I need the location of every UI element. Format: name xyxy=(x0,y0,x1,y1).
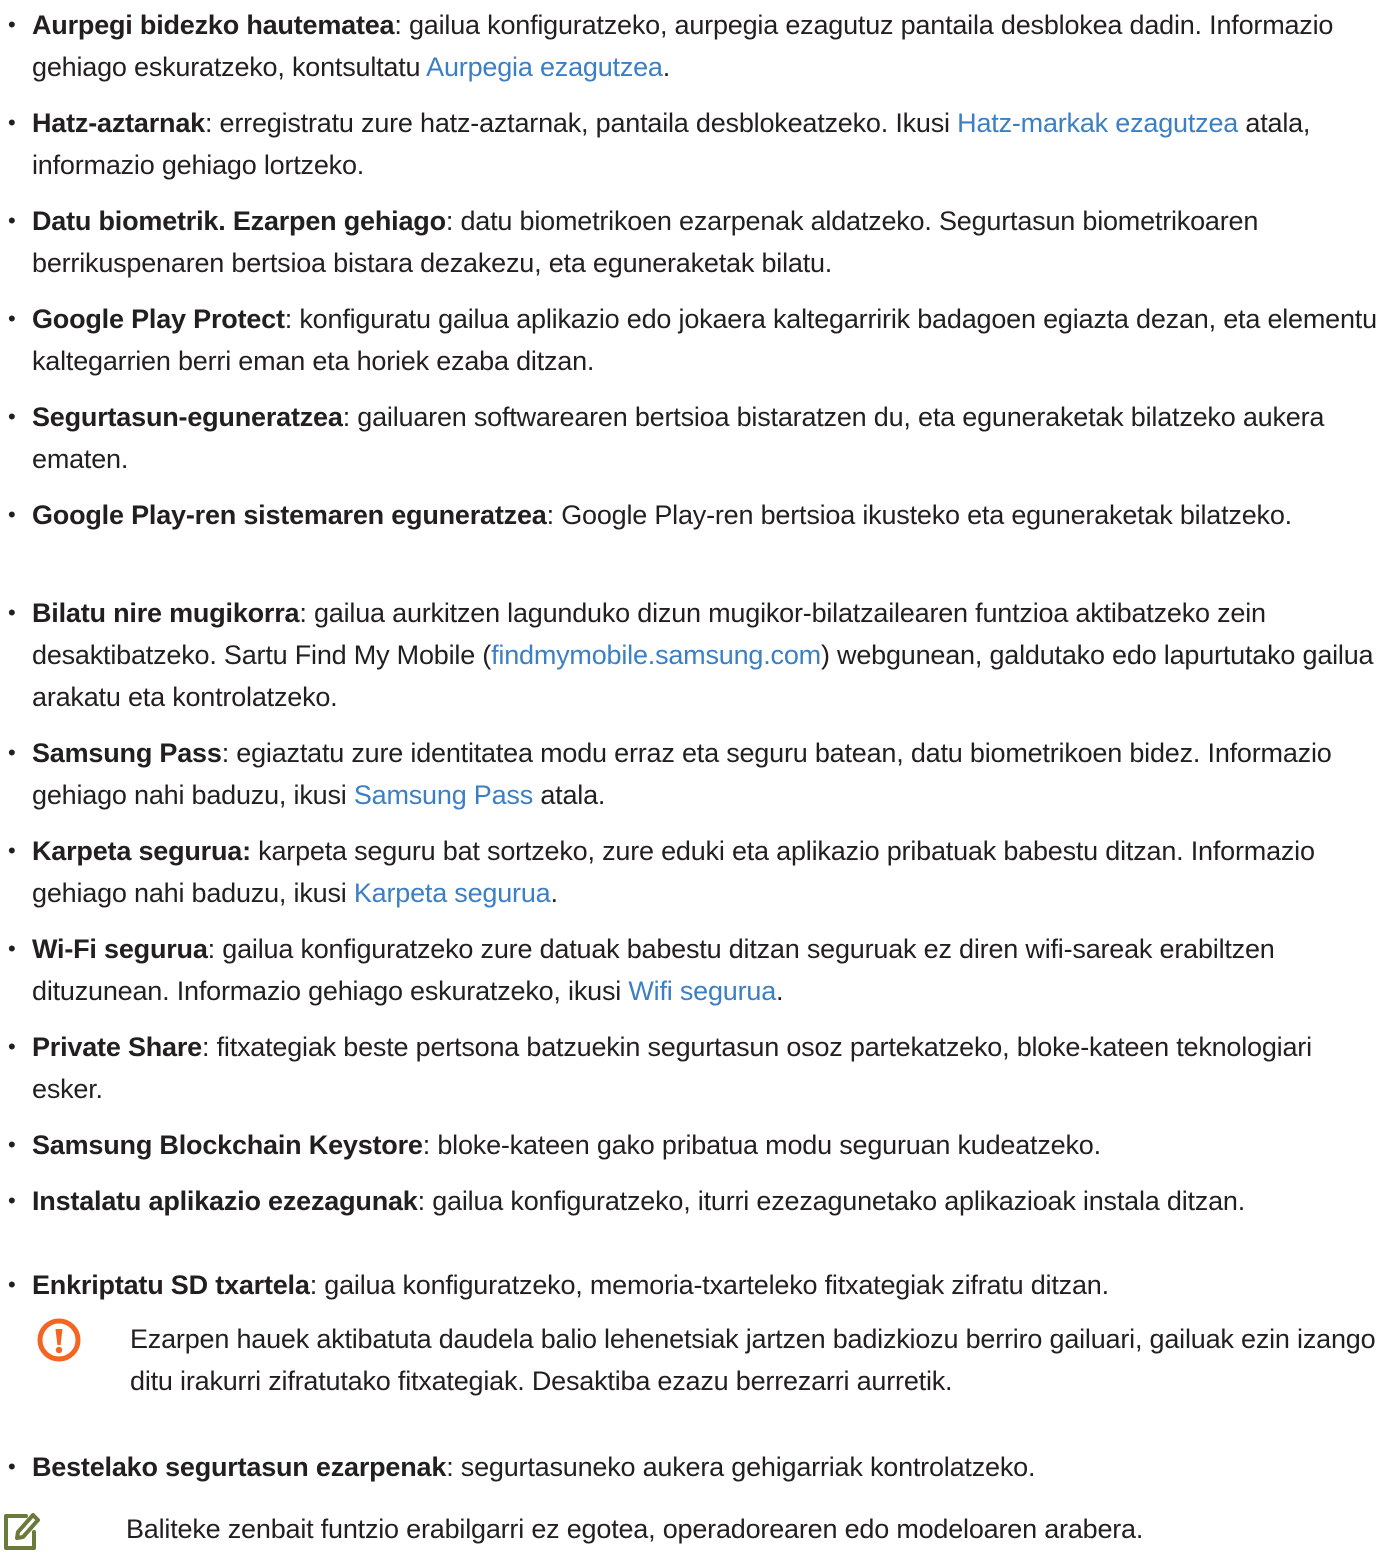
list-item: • Aurpegi bidezko hautematea: gailua kon… xyxy=(8,4,1380,88)
item-link[interactable]: Karpeta segurua xyxy=(354,878,551,908)
item-link[interactable]: Hatz-markak ezagutzea xyxy=(957,108,1238,138)
bullet: • xyxy=(8,306,16,331)
item-term: Karpeta segurua: xyxy=(32,836,251,866)
item-text-end: . xyxy=(662,52,671,82)
item-term: Samsung Pass xyxy=(32,738,222,768)
list-item: • Bestelako segurtasun ezarpenak: segurt… xyxy=(8,1446,1380,1488)
item-link[interactable]: Aurpegia ezagutzea xyxy=(426,52,663,82)
list-item: • Private Share: fitxategiak beste perts… xyxy=(8,1026,1380,1110)
item-term: Google Play-ren sistemaren eguneratzea xyxy=(32,500,547,530)
item-term: Private Share xyxy=(32,1032,202,1062)
bullet: • xyxy=(8,1188,16,1213)
bullet: • xyxy=(8,1272,16,1297)
bullet: • xyxy=(8,502,16,527)
list-item: • Segurtasun-eguneratzea: gailuaren soft… xyxy=(8,396,1380,480)
item-text-end: atala. xyxy=(533,780,606,810)
bullet: • xyxy=(8,936,16,961)
item-text: : fitxategiak beste pertsona batzuekin s… xyxy=(32,1032,1312,1104)
bullet: • xyxy=(8,110,16,135)
item-term: Bilatu nire mugikorra xyxy=(32,598,300,628)
bullet: • xyxy=(8,740,16,765)
item-term: Wi-Fi segurua xyxy=(32,934,208,964)
item-text-end: . xyxy=(550,878,558,908)
list-item: • Google Play-ren sistemaren eguneratzea… xyxy=(8,494,1380,536)
item-term: Instalatu aplikazio ezezagunak xyxy=(32,1186,418,1216)
bullet: • xyxy=(8,600,16,625)
caution-note: Ezarpen hauek aktibatuta daudela balio l… xyxy=(130,1324,1376,1396)
list-item: • Datu biometrik. Ezarpen gehiago: datu … xyxy=(8,200,1380,284)
item-link[interactable]: findmymobile.samsung.com xyxy=(491,640,821,670)
item-text: : segurtasuneko aukera gehigarriak kontr… xyxy=(446,1452,1036,1482)
item-term: Samsung Blockchain Keystore xyxy=(32,1130,423,1160)
page: • Aurpegi bidezko hautematea : gailua kon… xyxy=(0,0,1385,1559)
list-item: • Google Play Protect: konfiguratu gailu… xyxy=(8,298,1380,382)
item-text-end: . xyxy=(776,976,784,1006)
list-item: • Samsung Blockchain Keystore: bloke-kat… xyxy=(8,1124,1380,1166)
bullet: • xyxy=(8,1454,16,1479)
item-text: : bloke-kateen gako pribatua modu seguru… xyxy=(422,1130,1101,1160)
bullet: • xyxy=(8,1132,16,1157)
item-term: Aurpegi bidezko hautematea xyxy=(32,10,395,40)
item-text: : Google Play-ren bertsioa ikusteko eta … xyxy=(546,500,1293,530)
list-item: • Karpeta segurua: karpeta seguru bat so… xyxy=(8,830,1380,914)
list-item: • Wi-Fi segurua: gailua konfiguratzeko z… xyxy=(8,928,1380,1012)
bullet: • xyxy=(8,404,16,429)
list-item: • Instalatu aplikazio ezezagunak: gailua… xyxy=(8,1180,1380,1222)
item-term: Enkriptatu SD txartela xyxy=(32,1270,310,1300)
list-item: • Enkriptatu SD txartela: gailua konfigu… xyxy=(8,1264,1380,1306)
item-link[interactable]: Wifi segurua xyxy=(628,976,776,1006)
bullet: • xyxy=(8,208,16,233)
bullet: • xyxy=(8,1034,16,1059)
item-link[interactable]: Samsung Pass xyxy=(354,780,533,810)
item-term: Segurtasun-eguneratzea xyxy=(32,402,343,432)
item-term: Google Play Protect xyxy=(32,304,285,334)
bullet: • xyxy=(8,12,16,37)
item-text: : erregistratu zure hatz-aztarnak, panta… xyxy=(204,108,958,138)
caution-icon xyxy=(37,1318,81,1362)
list-item: • Samsung Pass: egiaztatu zure identitat… xyxy=(8,732,1380,816)
item-term: Bestelako segurtasun ezarpenak xyxy=(32,1452,447,1482)
item-text: : egiaztatu zure identitatea modu erraz … xyxy=(32,738,1332,810)
pen-icon xyxy=(4,1513,40,1550)
bullet: • xyxy=(8,838,16,863)
footer-note: Baliteke zenbait funtzio erabilgarri ez … xyxy=(126,1514,1144,1544)
item-term: Datu biometrik. Ezarpen gehiago xyxy=(32,206,446,236)
item-text: : gailua konfiguratzeko, iturri ezezagun… xyxy=(417,1186,1246,1216)
list-item: • Hatz-aztarnak: erregistratu zure hatz-… xyxy=(8,102,1380,186)
list-item: • Bilatu nire mugikorra: gailua aurkitze… xyxy=(8,592,1380,718)
item-text: : gailua konfiguratzeko, memoria-txartel… xyxy=(309,1270,1109,1300)
item-term: Hatz-aztarnak xyxy=(32,108,205,138)
